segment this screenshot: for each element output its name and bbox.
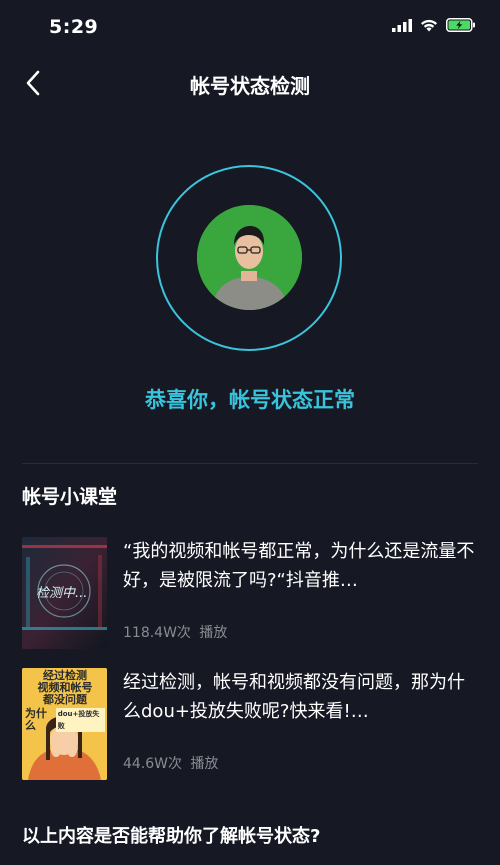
thumbnail-text-line: 为什么 (25, 707, 47, 732)
course-thumbnail: 检测中... (22, 537, 107, 649)
play-count: 118.4W次 (123, 625, 191, 641)
nav-bar: 帐号状态检测 (0, 58, 500, 108)
avatar (197, 205, 302, 310)
thumbnail-text-row: 为什么 dou+投放失败 (25, 708, 105, 732)
status-time: 5:29 (49, 16, 99, 38)
play-label: 播放 (199, 625, 228, 641)
battery-charging-icon (446, 18, 475, 32)
status-icons (392, 18, 476, 32)
avatar-person-image (197, 205, 302, 310)
course-title: 经过检测，帐号和视频都没有问题，那为什么dou+投放失败呢?快来看!… (123, 672, 465, 722)
status-success-message: 恭喜你，帐号状态正常 (145, 388, 355, 412)
course-play-count: 118.4W次 播放 (123, 622, 227, 642)
thumbnail-text: 经过检测 视频和帐号 都没问题 为什么 dou+投放失败 (25, 670, 105, 732)
play-label: 播放 (190, 756, 219, 772)
course-item[interactable]: 经过检测 视频和帐号 都没问题 为什么 dou+投放失败 经过检测，帐号和视频都… (22, 668, 482, 780)
course-thumbnail: 经过检测 视频和帐号 都没问题 为什么 dou+投放失败 (22, 668, 107, 780)
thumbnail-text-line: 都没问题 (43, 693, 87, 706)
section-title: 帐号小课堂 (22, 486, 118, 508)
wifi-icon (421, 19, 437, 31)
thumbnail-text-tag: dou+投放失败 (55, 708, 105, 732)
thumbnail-text: 检测中... (36, 586, 88, 601)
page-title: 帐号状态检测 (190, 74, 310, 98)
course-play-count: 44.6W次 播放 (123, 753, 218, 773)
feedback-question: 以上内容是否能帮助你了解帐号状态? (22, 826, 321, 847)
status-bar: 5:29 (0, 0, 500, 54)
course-title: “我的视频和帐号都正常，为什么还是流量不好，是被限流了吗?“抖音推… (123, 541, 475, 591)
play-count: 44.6W次 (123, 756, 183, 772)
signal-icon (392, 18, 412, 32)
course-item[interactable]: 检测中... “我的视频和帐号都正常，为什么还是流量不好，是被限流了吗?“抖音推… (22, 537, 482, 649)
divider (22, 463, 478, 464)
